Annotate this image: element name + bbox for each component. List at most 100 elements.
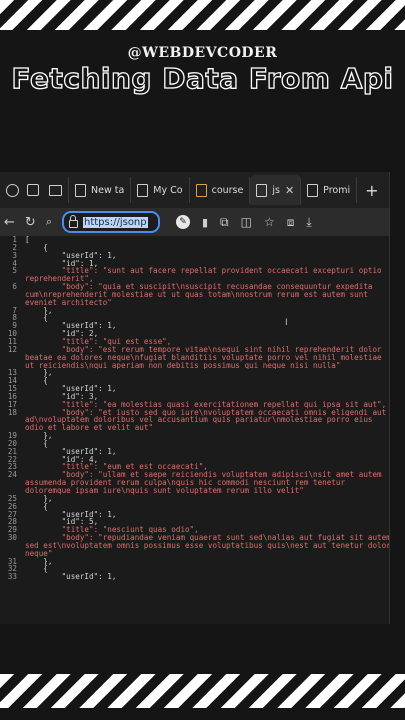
- code-text: "body": "ullam et saepe reiciendis volup…: [25, 471, 382, 480]
- code-text: odio et labore et velit aut": [25, 424, 154, 433]
- code-text: {: [25, 377, 48, 386]
- code-line: 33 "userId": 1,: [0, 573, 389, 581]
- favorites-star-icon[interactable]: ☆: [264, 215, 275, 229]
- code-line: 18 "body": "et iusto sed quo iure\nvolup…: [0, 409, 389, 417]
- code-text: "userId": 1,: [25, 251, 117, 260]
- line-number: 26: [7, 502, 17, 511]
- reading-view-icon[interactable]: ▮: [202, 216, 208, 229]
- page-icon: [195, 183, 207, 197]
- line-number: [0, 550, 17, 558]
- code-line: 5 "title": "sunt aut facere repellat pro…: [0, 267, 389, 275]
- browser-toolbar: ← ↻ ⌕ https://jsonp ✎ ▮ ⧉ ◫ ☆ ⧈ ⤓: [0, 208, 389, 236]
- code-text: "id": 2,: [25, 330, 99, 338]
- line-number: [0, 479, 17, 487]
- line-number: [0, 487, 17, 495]
- back-arrow-icon[interactable]: ←: [4, 215, 15, 230]
- code-text: },: [25, 306, 53, 315]
- extensions-icon[interactable]: ⧉: [220, 215, 229, 230]
- code-text: "id": 3,: [25, 392, 99, 401]
- code-line: 19 },: [0, 432, 389, 440]
- code-line: 4 "id": 1,: [0, 260, 389, 268]
- code-line: 11 "title": "qui est esse",: [0, 338, 389, 346]
- line-number: 21: [7, 447, 17, 456]
- code-line: 27 "userId": 1,: [0, 511, 389, 519]
- line-number: 20: [7, 439, 17, 448]
- code-line: 28 "id": 5,: [0, 518, 389, 526]
- code-text: "body": "est rerum tempore vitae\nsequi …: [25, 345, 382, 354]
- code-line: 15 "userId": 1,: [0, 385, 389, 393]
- code-text: "userId": 1,: [25, 322, 117, 331]
- code-line: 31 },: [0, 558, 389, 566]
- line-number: 15: [7, 385, 17, 393]
- address-bar[interactable]: https://jsonp: [61, 211, 160, 233]
- tab-json-active[interactable]: js ✕: [250, 175, 302, 205]
- tab-label: My Co: [153, 184, 183, 196]
- code-text: [: [25, 236, 30, 244]
- line-number: 31: [7, 557, 17, 566]
- line-number: 13: [7, 369, 17, 378]
- copilot-icon[interactable]: ✎: [175, 215, 190, 229]
- code-text: {: [25, 439, 48, 448]
- code-line: 6 "body": "quia et suscipit\nsuscipit re…: [0, 283, 389, 291]
- split-screen-icon[interactable]: ◫: [241, 215, 252, 229]
- line-number: 18: [7, 408, 17, 417]
- code-text: "id": 5,: [25, 518, 99, 527]
- line-number: [0, 542, 17, 550]
- code-text: assumenda provident rerum culpa\nquis hi…: [25, 479, 346, 487]
- code-line: beatae ea dolores neque\nfugiat blanditi…: [0, 354, 389, 362]
- json-viewer[interactable]: 1[2 {3 "userId": 1, 4 "id": 1, 5 "title": …: [0, 236, 389, 624]
- workspaces-icon[interactable]: [23, 177, 43, 203]
- search-icon[interactable]: ⌕: [46, 215, 52, 229]
- line-number: 27: [7, 510, 17, 519]
- code-text: {: [25, 565, 48, 574]
- line-number: 2: [12, 243, 17, 252]
- refresh-icon[interactable]: ↻: [25, 215, 36, 230]
- tab-label: Promi: [323, 184, 351, 196]
- address-bar-url: https://jsonp: [82, 216, 148, 228]
- tab-promise[interactable]: Promi: [301, 177, 358, 203]
- close-tab-icon[interactable]: ✕: [285, 184, 294, 197]
- tab-label: New ta: [91, 184, 125, 196]
- line-number: 5: [12, 267, 17, 276]
- line-number: 7: [12, 306, 17, 315]
- code-line: 3 "userId": 1,: [0, 252, 389, 260]
- profile-avatar-icon[interactable]: [2, 177, 23, 203]
- tab-label: course: [211, 184, 244, 196]
- code-text: ad\nvoluptatem doloribus vel accusantium…: [25, 416, 373, 425]
- line-number: 32: [7, 565, 17, 574]
- code-text: "title": "sunt aut facere repellat provi…: [25, 267, 382, 276]
- line-number: 3: [12, 251, 17, 260]
- code-line: 24 "body": "ullam et saepe reiciendis vo…: [0, 471, 389, 479]
- code-line: 29 "title": "nesciunt quas odio",: [0, 526, 389, 534]
- new-tab-plus-icon[interactable]: +: [357, 181, 386, 200]
- code-text: {: [25, 502, 48, 511]
- code-line: doloremque ipsam iure\nquis sunt volupta…: [0, 487, 389, 495]
- collections-icon[interactable]: ⧈: [287, 215, 295, 230]
- code-line: reprehenderit",: [0, 275, 389, 283]
- code-line: ut reiciendis\nqui aperiam non debitis p…: [0, 362, 389, 370]
- code-text: "title": "nesciunt quas odio",: [25, 526, 199, 535]
- code-line: eveniet architecto": [0, 299, 389, 307]
- code-line: 23 "title": "eum et est occaecati",: [0, 463, 389, 471]
- page-icon: [137, 183, 149, 197]
- code-text: ut reiciendis\nqui aperiam non debitis p…: [25, 361, 341, 370]
- code-line: neque": [0, 550, 389, 558]
- code-text: eveniet architecto": [25, 298, 112, 307]
- tab-new-tab[interactable]: New ta: [69, 177, 132, 203]
- tab-my-co[interactable]: My Co: [131, 177, 190, 203]
- code-text: sed est\nvoluptatem omnis possimus esse …: [25, 541, 389, 550]
- code-line: 8 {: [0, 314, 389, 322]
- code-text: "body": "repudiandae veniam quaerat sunt…: [25, 534, 389, 542]
- code-line: odio et labore et velit aut": [0, 424, 389, 432]
- code-line: ad\nvoluptatem doloribus vel accusantium…: [0, 416, 389, 424]
- video-headline: Fetching Data From Api: [11, 61, 394, 95]
- page-icon: [256, 183, 268, 197]
- line-number: [0, 424, 17, 432]
- downloads-icon[interactable]: ⤓: [306, 215, 311, 230]
- code-line: 13 },: [0, 369, 389, 377]
- code-line: cum\nreprehenderit molestiae ut ut quas …: [0, 291, 389, 299]
- code-line: 10 "id": 2,: [0, 330, 389, 338]
- tab-course[interactable]: course: [190, 177, 251, 203]
- tab-actions-icon[interactable]: [43, 177, 69, 203]
- top-stripe-banner: [0, 0, 405, 30]
